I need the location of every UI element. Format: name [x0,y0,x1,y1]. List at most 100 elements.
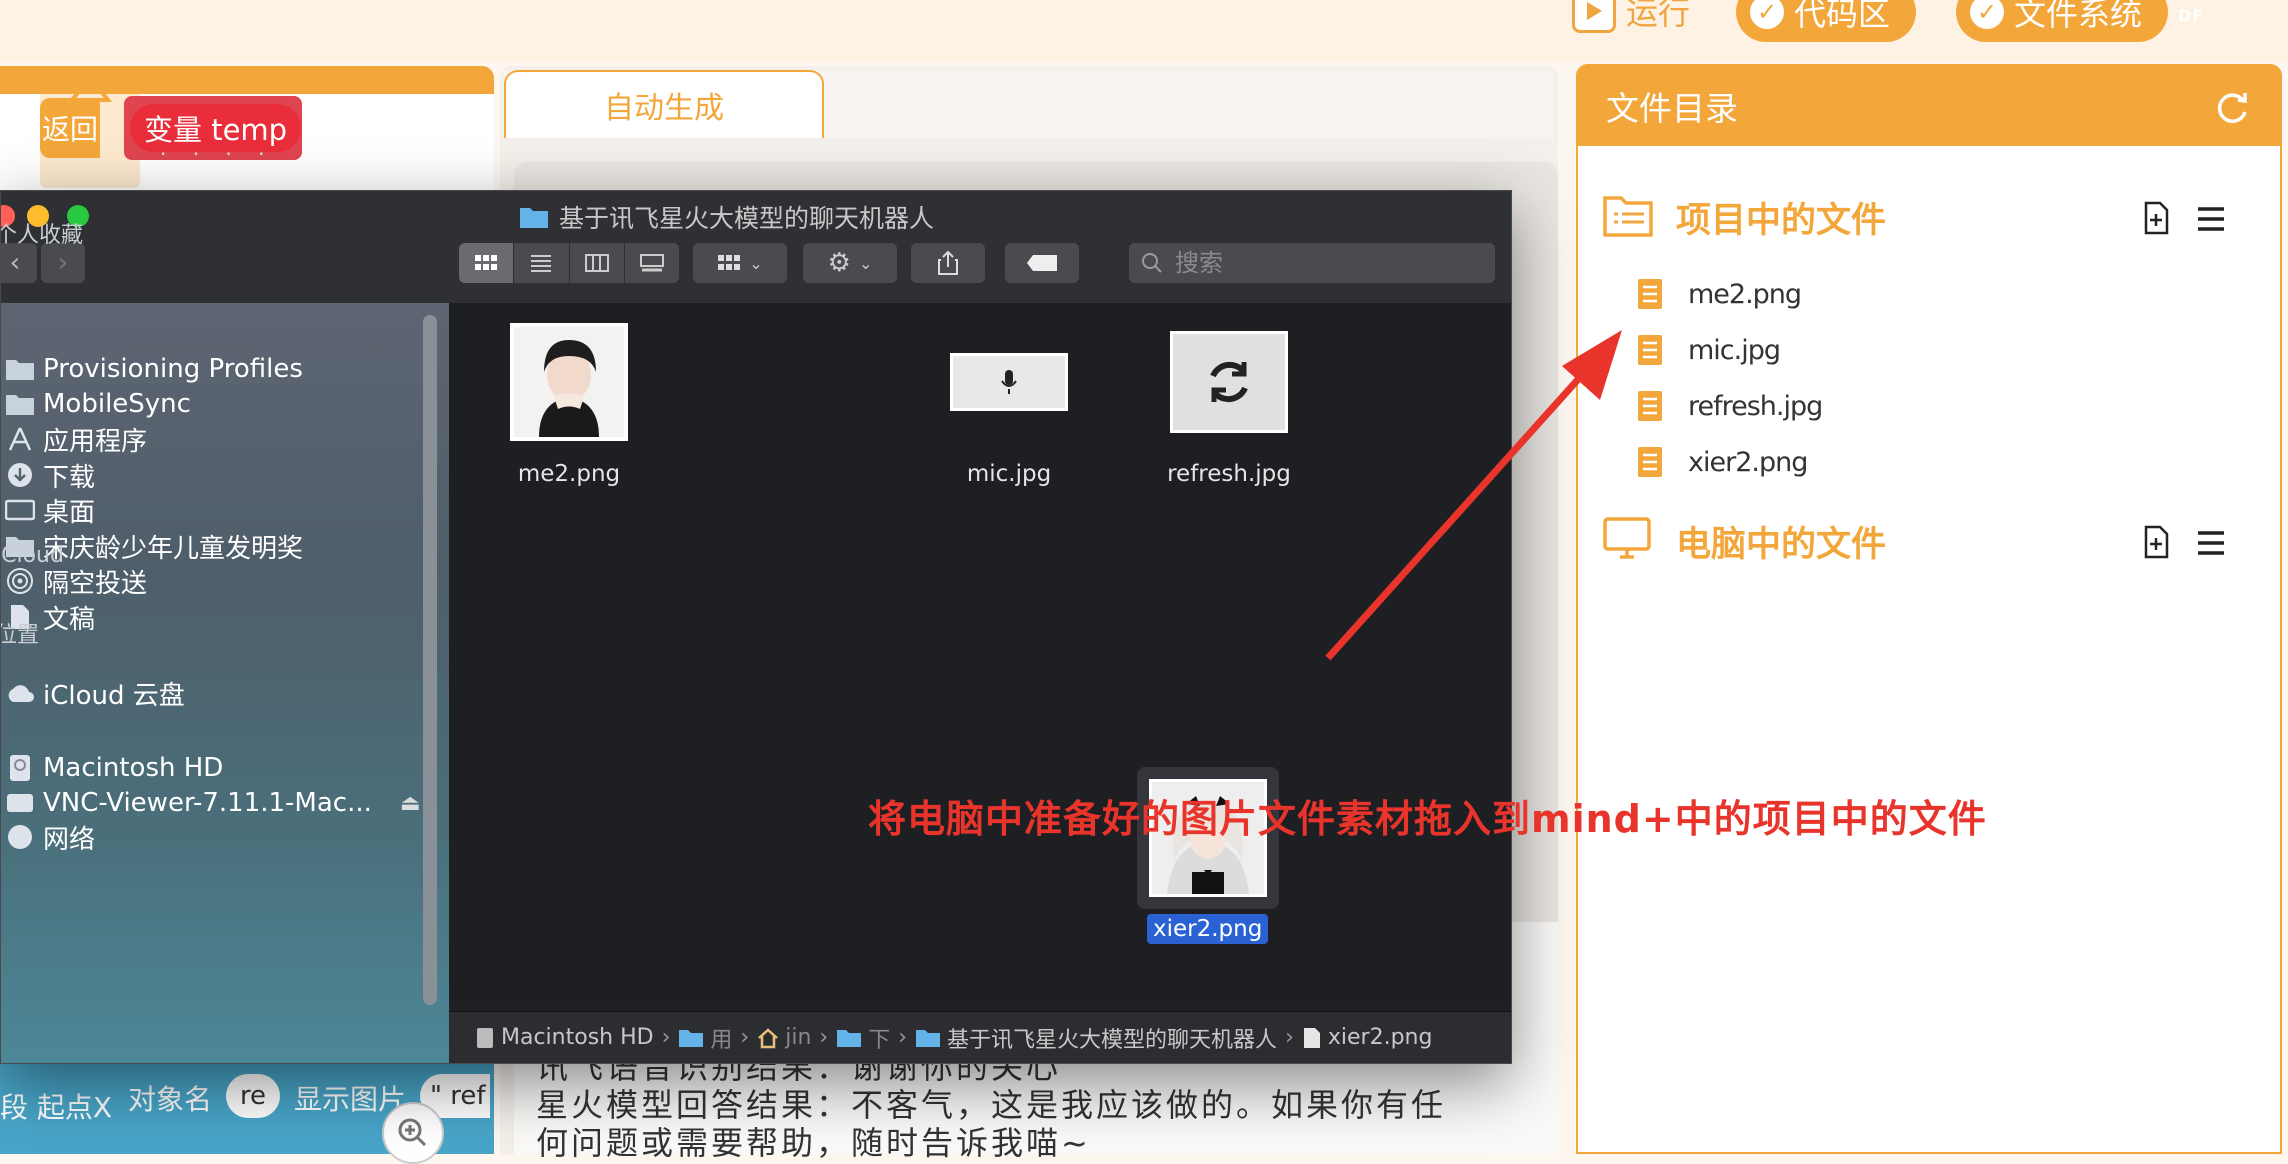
chevron-right-icon: › [661,1025,671,1050]
search-field[interactable] [1129,243,1495,283]
share-icon [938,250,958,275]
chevron-down-icon: ⌄ [858,253,873,273]
sidebar-item-label: 网络 [43,824,96,855]
sidebar-item-label: VNC-Viewer-7.11.1-Mac... [43,788,372,818]
sidebar-item-provisioning-profiles[interactable]: Provisioning Profiles [5,349,303,389]
chevron-right-icon: › [740,1025,750,1050]
column-view-icon[interactable] [570,243,625,283]
pc-files-title[interactable]: 电脑中的文件 [1676,516,1886,567]
sidebar-item-label: MobileSync [43,389,191,419]
menu-icon[interactable] [2194,204,2230,240]
top-toolbar [0,0,2288,62]
path-item[interactable]: 基于讯飞星火大模型的聊天机器人 [915,1022,1277,1054]
sidebar-item-label: 宋庆龄少年儿童发明奖 [43,533,304,564]
sidebar-item-label: 文稿 [43,604,96,635]
zoom-in-icon[interactable] [382,1102,444,1164]
dfrobot-logo: DF [2178,6,2205,25]
path-item[interactable]: 下 [836,1022,890,1054]
sidebar-item-desktop[interactable]: 桌面 [5,490,95,530]
sidebar-item-downloads[interactable]: 下载 [5,455,95,495]
sidebar-scrollbar[interactable] [423,315,437,1005]
project-file-item[interactable]: refresh.jpg [1636,382,1823,430]
folder-icon [679,1029,704,1047]
annotation-arrow [1325,330,1622,661]
finder-title-text: 基于讯飞星火大模型的聊天机器人 [559,204,935,233]
file-doc-icon [1638,391,1662,421]
path-item-label: 用 [710,1027,733,1053]
group-by-button[interactable]: ⌄ [693,243,787,283]
chevron-right-icon: › [819,1025,829,1050]
menu-icon[interactable] [2194,528,2230,564]
file-name: refresh.jpg [1167,461,1291,487]
chevron-right-icon: › [898,1025,908,1050]
project-file-item[interactable]: xier2.png [1636,438,1808,486]
finder-window: 基于讯飞星火大模型的聊天机器人 ‹ › ⌄ ⚙ ⌄ 个人收藏 [0,190,1512,1064]
console-line: 星火模型回答结果：不客气，这是我应该做的。如果你有任 [536,1086,1447,1124]
sidebar-item-icloud-drive[interactable]: iCloud 云盘 [5,673,185,713]
project-file-name: refresh.jpg [1688,390,1823,422]
tab-auto-generate[interactable]: 自动生成 [504,70,824,138]
project-file-name: me2.png [1688,278,1802,310]
project-files-title[interactable]: 项目中的文件 [1676,192,1886,243]
share-button[interactable] [911,243,985,283]
folder-icon [5,354,35,384]
home-icon [758,1027,779,1048]
path-item[interactable]: xier2.png [1302,1025,1432,1050]
sidebar-item-label: 隔空投送 [43,568,148,599]
view-mode-group [459,243,679,283]
sidebar-item-applications[interactable]: 应用程序 [5,419,147,459]
path-item-label: Macintosh HD [501,1025,654,1050]
gallery-view-icon[interactable] [625,243,679,283]
disk-icon [477,1027,493,1048]
back-button[interactable]: ‹ [1,243,37,283]
refresh-icon [1170,331,1288,433]
disk-icon [5,753,35,783]
sidebar-header-locations: 位置 [1,623,40,648]
icon-view-icon[interactable] [459,243,515,283]
return-block[interactable]: 返回 [40,98,100,158]
selected-file-name[interactable]: xier2.png [1147,914,1269,944]
tag-button[interactable] [1005,243,1079,283]
file-item[interactable]: me2.png [489,323,649,487]
project-file-item[interactable]: me2.png [1636,270,1802,318]
run-button[interactable]: 运行 [1572,0,1690,40]
folder-icon [837,1029,862,1047]
add-file-icon[interactable] [2138,200,2174,236]
folder-icon [916,1029,941,1047]
search-input[interactable] [1173,248,1477,278]
path-item-label: 下 [868,1027,891,1053]
sidebar-item-mobilesync[interactable]: MobileSync [5,384,191,424]
file-system-tab[interactable]: ✓ 文件系统 [1956,0,2168,42]
network-icon [5,822,35,852]
file-directory-title: 文件目录 [1606,89,1738,128]
chevron-right-icon: › [1285,1025,1294,1050]
block-object-label: 对象名 [128,1083,213,1116]
action-button[interactable]: ⚙ ⌄ [803,243,897,283]
sidebar-item-label: Macintosh HD [43,753,224,783]
forward-button[interactable]: › [41,243,85,283]
project-file-name: xier2.png [1688,446,1808,478]
sidebar-item-network[interactable]: 网络 [5,817,95,857]
portrait-thumbnail [510,323,628,441]
sidebar-item-macintosh-hd[interactable]: Macintosh HD [5,748,223,788]
block-segment-label: 段 起点X [0,1091,113,1124]
file-item[interactable]: refresh.jpg [1149,323,1309,487]
file-item[interactable]: mic.jpg [929,323,1089,487]
run-label: 运行 [1626,0,1691,32]
project-file-item[interactable]: mic.jpg [1636,326,1781,374]
image-file-icon [1303,1027,1320,1048]
eject-icon[interactable]: ⏏ [400,791,421,816]
sidebar-header-icloud: iCloud [0,543,64,568]
path-item-label: jin [785,1025,812,1050]
add-file-icon[interactable] [2138,524,2174,560]
folder-icon [5,389,35,419]
path-item[interactable]: jin [757,1025,811,1050]
list-view-icon[interactable] [514,243,570,283]
path-item[interactable]: 用 [678,1022,732,1054]
block-object-input[interactable]: re [226,1074,280,1118]
desktop-icon [5,495,35,525]
refresh-icon[interactable] [2212,88,2252,132]
code-area-tab[interactable]: ✓ 代码区 [1736,0,1916,42]
path-item[interactable]: Macintosh HD [475,1025,654,1050]
sidebar-header-favorites: 个人收藏 [0,223,84,248]
